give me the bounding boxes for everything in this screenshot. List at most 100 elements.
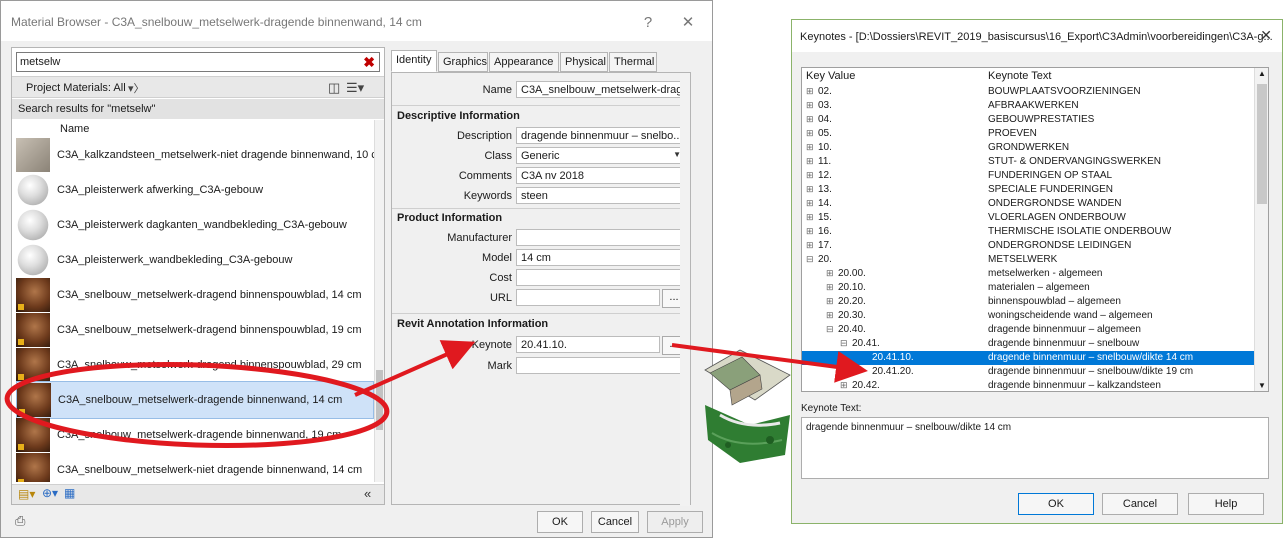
keynote-scrollbar-thumb[interactable]	[1257, 84, 1267, 204]
expand-icon[interactable]: ⊞	[806, 142, 814, 153]
material-list-item[interactable]: C3A_pleisterwerk dagkanten_wandbekleding…	[16, 206, 374, 244]
keynote-tree-row[interactable]: ⊞ 05. PROEVEN	[802, 127, 1254, 141]
expand-icon[interactable]: ⊞	[826, 282, 834, 293]
panel-toggle-icon[interactable]: ◫	[328, 80, 340, 96]
expand-icon[interactable]: ⊞	[826, 268, 834, 279]
keynote-cancel-button[interactable]: Cancel	[1102, 493, 1178, 515]
material-list-item[interactable]: C3A_kalkzandsteen_metselwerk-niet dragen…	[16, 138, 374, 174]
search-input[interactable]: metselw ✖	[16, 52, 380, 72]
expand-icon[interactable]: ⊞	[806, 212, 814, 223]
keynote-tree-row[interactable]: ⊞ 12. FUNDERINGEN OP STAAL	[802, 169, 1254, 183]
name-field[interactable]: C3A_snelbouw_metselwerk-drager	[516, 81, 684, 98]
tab-appearance[interactable]: Appearance	[489, 52, 559, 72]
library-icon[interactable]: ▤▾	[18, 487, 35, 501]
close-icon[interactable]: ✕	[673, 10, 703, 36]
keynote-tree-row[interactable]: ⊞ 20.10. materialen – algemeen	[802, 281, 1254, 295]
apply-button[interactable]: Apply	[647, 511, 703, 533]
keynote-tree-row[interactable]: ⊞ 10. GRONDWERKEN	[802, 141, 1254, 155]
class-select[interactable]: Generic ▼	[516, 147, 684, 164]
material-list-item[interactable]: C3A_snelbouw_metselwerk-dragend binnensp…	[16, 311, 374, 349]
material-editor-icon[interactable]: ⎙	[15, 513, 25, 529]
keynote-text-area[interactable]: dragende binnenmuur – snelbouw/dikte 14 …	[801, 417, 1269, 479]
collapse-library-icon[interactable]: «	[364, 486, 371, 501]
keynote-ok-button[interactable]: OK	[1018, 493, 1094, 515]
collapse-icon[interactable]: ⊟	[826, 324, 834, 335]
scroll-down-icon[interactable]: ▼	[1258, 381, 1266, 390]
list-scrollbar[interactable]	[374, 120, 384, 482]
list-view-icon[interactable]: ☰▾	[346, 80, 364, 96]
expand-icon[interactable]: ⊞	[806, 184, 814, 195]
material-list-item[interactable]: C3A_pleisterwerk_wandbekleding_C3A-gebou…	[16, 241, 374, 279]
tab-thermal[interactable]: Thermal	[609, 52, 657, 72]
keynote-tree-row[interactable]: ⊞ 04. GEBOUWPRESTATIES	[802, 113, 1254, 127]
cost-field[interactable]	[516, 269, 684, 286]
expand-icon[interactable]: ⊞	[826, 296, 834, 307]
create-material-icon[interactable]: ⊕▾	[42, 486, 58, 500]
tab-physical[interactable]: Physical	[560, 52, 608, 72]
expand-icon[interactable]: ⊞	[806, 114, 814, 125]
name-column-header[interactable]: Name	[12, 120, 384, 138]
comments-field[interactable]: C3A nv 2018	[516, 167, 684, 184]
keynote-tree-row[interactable]: ⊞ 20.20. binnenspouwblad – algemeen	[802, 295, 1254, 309]
material-list-item[interactable]: C3A_snelbouw_metselwerk-dragende binnenw…	[16, 381, 374, 419]
description-field[interactable]: dragende binnenmuur – snelbo...	[516, 127, 684, 144]
keywords-field[interactable]: steen	[516, 187, 684, 204]
expand-icon[interactable]: ⊞	[806, 170, 814, 181]
keynote-tree-row[interactable]: ⊟ 20.40. dragende binnenmuur – algemeen	[802, 323, 1254, 337]
keynote-tree-row[interactable]: ⊞ 20.30. woningscheidende wand – algemeen	[802, 309, 1254, 323]
asset-browser-icon[interactable]: ▦	[64, 486, 75, 500]
url-field[interactable]	[516, 289, 660, 306]
panel-scrollbar[interactable]	[680, 73, 690, 506]
keynote-tree-row[interactable]: ⊞ 17. ONDERGRONDSE LEIDINGEN	[802, 239, 1254, 253]
material-list-item[interactable]: C3A_snelbouw_metselwerk-dragende binnenw…	[16, 416, 374, 454]
keynote-tree-row[interactable]: ⊞ 20.42. dragende binnenmuur – kalkzandste…	[802, 379, 1254, 391]
keynote-tree-row[interactable]: ⊞ 03. AFBRAAKWERKEN	[802, 99, 1254, 113]
scroll-up-icon[interactable]: ▲	[1258, 69, 1266, 78]
keynote-tree-row[interactable]: ⊟ 20. METSELWERK	[802, 253, 1254, 267]
model-field[interactable]: 14 cm	[516, 249, 684, 266]
keynote-field[interactable]: 20.41.10.	[516, 336, 660, 353]
keynote-tree-row[interactable]: ⊞ 15. VLOERLAGEN ONDERBOUW	[802, 211, 1254, 225]
collapse-icon[interactable]: ⊟	[806, 254, 814, 265]
keynote-tree-row[interactable]: 20.41.20. dragende binnenmuur – snelbouw/…	[802, 365, 1254, 379]
keynote-tree-row[interactable]: 20.41.10. dragende binnenmuur – snelbouw/…	[802, 351, 1254, 365]
filter-dropdown-icon[interactable]: ▾〉	[128, 80, 145, 96]
keynote-tree-row[interactable]: ⊟ 20.41. dragende binnenmuur – snelbouw	[802, 337, 1254, 351]
expand-icon[interactable]: ⊞	[806, 128, 814, 139]
list-scrollbar-thumb[interactable]	[376, 370, 383, 430]
ok-button[interactable]: OK	[537, 511, 583, 533]
keynote-scrollbar[interactable]: ▲ ▼	[1254, 68, 1268, 391]
manufacturer-field[interactable]	[516, 229, 684, 246]
expand-icon[interactable]: ⊞	[806, 156, 814, 167]
collapse-icon[interactable]: ⊟	[840, 338, 848, 349]
keynote-tree-row[interactable]: ⊞ 11. STUT- & ONDERVANGINGSWERKEN	[802, 155, 1254, 169]
key-value-column-header[interactable]: Key Value	[806, 70, 855, 82]
keynote-tree-row[interactable]: ⊞ 16. THERMISCHE ISOLATIE ONDERBOUW	[802, 225, 1254, 239]
model-row: Model 14 cm	[392, 249, 690, 267]
tab-graphics[interactable]: Graphics	[438, 52, 488, 72]
keynote-tree-row[interactable]: ⊞ 20.00. metselwerken - algemeen	[802, 267, 1254, 281]
cancel-button[interactable]: Cancel	[591, 511, 639, 533]
project-filter-dropdown[interactable]: Project Materials: All	[26, 82, 126, 94]
close-icon[interactable]: ✕	[1260, 27, 1272, 44]
mark-field[interactable]	[516, 357, 684, 374]
expand-icon[interactable]: ⊞	[806, 86, 814, 97]
expand-icon[interactable]: ⊞	[806, 100, 814, 111]
keynote-tree-row[interactable]: ⊞ 14. ONDERGRONDSE WANDEN	[802, 197, 1254, 211]
expand-icon[interactable]: ⊞	[806, 226, 814, 237]
expand-icon[interactable]: ⊞	[806, 198, 814, 209]
tab-identity[interactable]: Identity	[391, 50, 437, 72]
keynote-tree-row[interactable]: ⊞ 02. BOUWPLAATSVOORZIENINGEN	[802, 85, 1254, 99]
material-list-item[interactable]: C3A_snelbouw_metselwerk-niet dragende bi…	[16, 451, 374, 482]
help-icon[interactable]: ?	[633, 10, 663, 36]
expand-icon[interactable]: ⊞	[826, 310, 834, 321]
material-list-item[interactable]: C3A_snelbouw_metselwerk-dragend binnensp…	[16, 346, 374, 384]
material-list-item[interactable]: C3A_pleisterwerk afwerking_C3A-gebouw	[16, 171, 374, 209]
clear-search-icon[interactable]: ✖	[363, 54, 375, 71]
keynote-help-button[interactable]: Help	[1188, 493, 1264, 515]
expand-icon[interactable]: ⊞	[840, 380, 848, 391]
material-list-item[interactable]: C3A_snelbouw_metselwerk-dragend binnensp…	[16, 276, 374, 314]
expand-icon[interactable]: ⊞	[806, 240, 814, 251]
keynote-tree-row[interactable]: ⊞ 13. SPECIALE FUNDERINGEN	[802, 183, 1254, 197]
keynote-text-column-header[interactable]: Keynote Text	[988, 70, 1051, 82]
